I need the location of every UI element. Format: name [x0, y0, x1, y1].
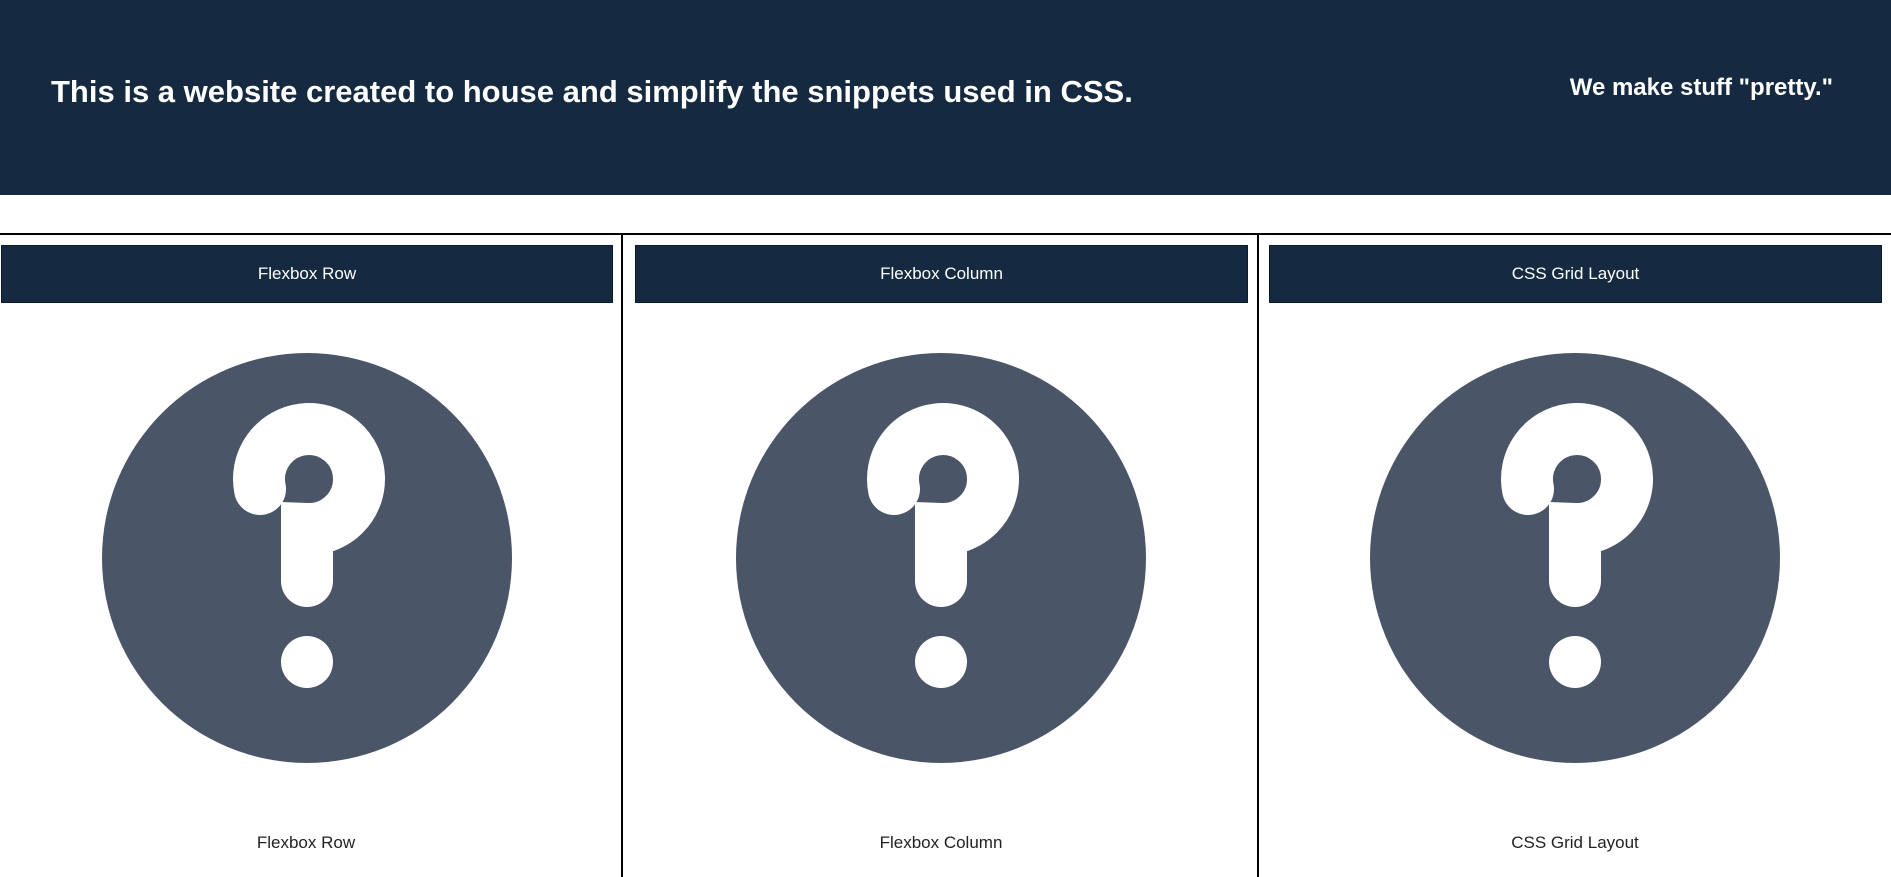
flexbox-row-button[interactable]: Flexbox Row	[1, 245, 613, 303]
css-grid-layout-button[interactable]: CSS Grid Layout	[1269, 245, 1882, 303]
question-circle-icon	[1370, 353, 1780, 763]
card-caption: CSS Grid Layout	[1511, 833, 1639, 852]
site-header: This is a website created to house and s…	[0, 0, 1891, 195]
card-flexbox-column: Flexbox Column Flexbox Column	[623, 235, 1259, 877]
card-flexbox-row: Flexbox Row Flexbox Row	[0, 235, 623, 877]
question-circle-icon	[736, 353, 1146, 763]
card-caption: Flexbox Row	[256, 833, 356, 852]
page-title: This is a website created to house and s…	[51, 74, 1133, 109]
card-css-grid-layout: CSS Grid Layout CSS Grid Layout	[1259, 235, 1891, 877]
flexbox-column-button[interactable]: Flexbox Column	[635, 245, 1248, 303]
question-circle-icon	[102, 353, 512, 763]
card-list: Flexbox Row Flexbox Row Flexbox Column F…	[0, 233, 1891, 877]
card-caption: Flexbox Column	[879, 833, 1003, 852]
tagline: We make stuff "pretty."	[1569, 74, 1833, 101]
